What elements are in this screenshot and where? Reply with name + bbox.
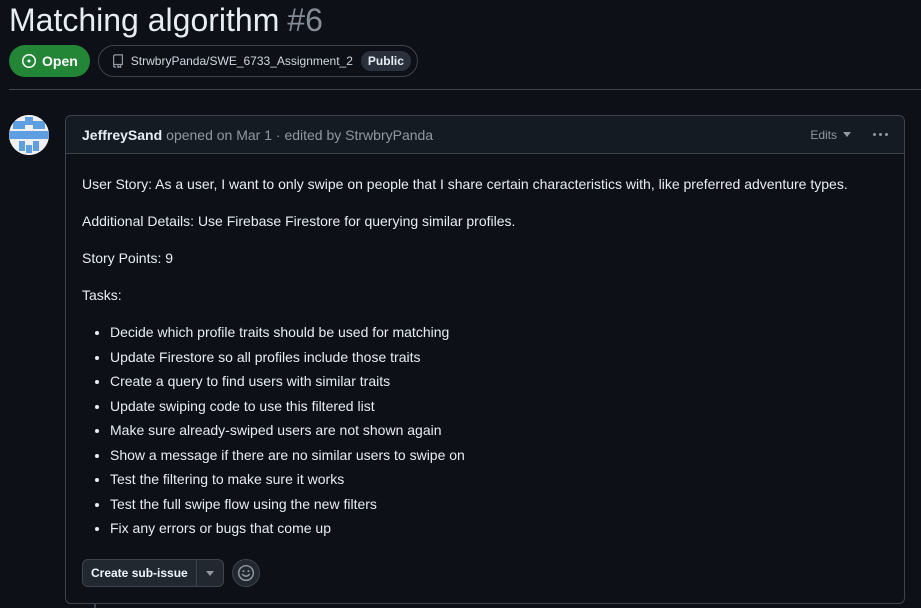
comment-body: User Story: As a user, I want to only sw… — [66, 154, 904, 539]
create-subissue-dropdown[interactable] — [195, 560, 223, 586]
repo-icon — [111, 54, 125, 68]
create-subissue-split-button: Create sub-issue — [82, 559, 224, 587]
list-item: Create a query to find users with simila… — [110, 371, 888, 392]
repo-link[interactable]: StrwbryPanda/SWE_6733_Assignment_2 Publi… — [97, 45, 418, 77]
tasks-heading: Tasks: — [82, 287, 122, 303]
list-item: Update Firestore so all profiles include… — [110, 347, 888, 368]
repo-name: StrwbryPanda/SWE_6733_Assignment_2 — [130, 54, 353, 68]
create-subissue-button[interactable]: Create sub-issue — [83, 560, 196, 586]
edits-dropdown[interactable]: Edits — [810, 128, 851, 142]
visibility-badge: Public — [360, 51, 411, 71]
issue-page: Matching algorithm #6 Open StrwbryPanda/S… — [0, 0, 921, 608]
list-item: Test the full swipe flow using the new f… — [110, 494, 888, 515]
list-item: Update swiping code to use this filtered… — [110, 396, 888, 417]
issue-state-label: Open — [42, 53, 78, 69]
identicon-avatar — [9, 115, 49, 155]
comment-author[interactable]: JeffreySand — [82, 127, 162, 143]
smiley-icon — [237, 564, 254, 582]
comment-header: JeffreySand opened on Mar 1 · edited by … — [66, 116, 904, 154]
avatar[interactable] — [9, 115, 49, 155]
list-item: Test the filtering to make sure it works — [110, 469, 888, 490]
edits-label: Edits — [810, 127, 837, 142]
list-item: Make sure already-swiped users are not s… — [110, 420, 888, 441]
story-points-text: Story Points: 9 — [82, 250, 174, 266]
comment-actions: Create sub-issue — [82, 559, 260, 587]
task-list: Decide which profile traits should be us… — [82, 322, 888, 539]
comment-meta: opened on Mar 1 · edited by StrwbryPanda — [166, 126, 434, 143]
issue-title-row: Matching algorithm #6 — [9, 0, 323, 40]
issue-meta-row: Open StrwbryPanda/SWE_6733_Assignment_2 … — [9, 45, 418, 77]
list-item: Fix any errors or bugs that come up — [110, 518, 888, 539]
issue-number: #6 — [287, 2, 323, 38]
issue-state-badge: Open — [9, 45, 90, 77]
issue-opened-icon — [21, 53, 37, 69]
additional-details-text: Additional Details: Use Firebase Firesto… — [82, 213, 516, 229]
add-reaction-button[interactable] — [231, 559, 260, 587]
kebab-horizontal-icon[interactable] — [873, 133, 888, 136]
list-item: Show a message if there are no similar u… — [110, 445, 888, 466]
user-story-text: User Story: As a user, I want to only sw… — [82, 176, 848, 192]
triangle-down-icon — [843, 132, 851, 137]
issue-title: Matching algorithm — [9, 2, 280, 38]
list-item: Decide which profile traits should be us… — [110, 322, 888, 343]
triangle-down-icon — [205, 570, 214, 576]
issue-comment: JeffreySand opened on Mar 1 · edited by … — [65, 115, 905, 604]
header-divider — [9, 89, 921, 90]
